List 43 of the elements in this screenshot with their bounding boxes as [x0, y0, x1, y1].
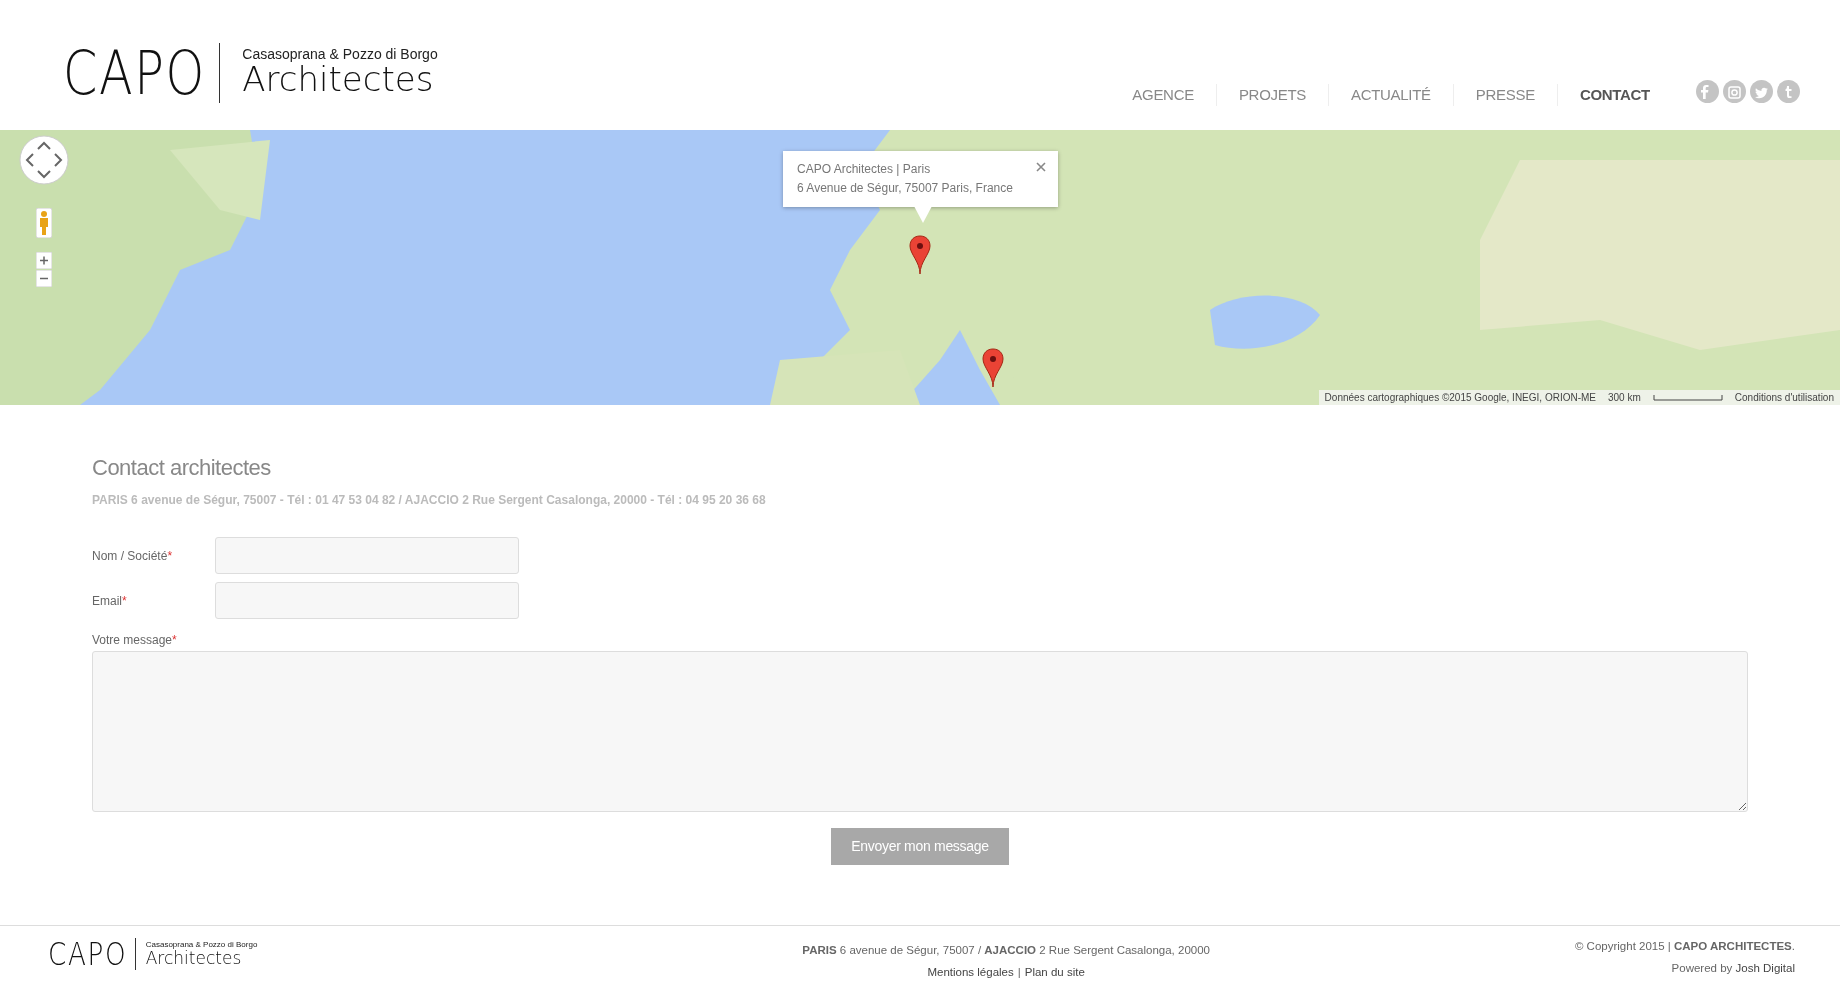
logo-name: Architectes: [145, 949, 242, 968]
input-field[interactable]: [215, 537, 519, 575]
separator: |: [1017, 965, 1021, 978]
facebook-icon[interactable]: [1696, 79, 1719, 103]
nav-link[interactable]: AGENCE: [1110, 83, 1217, 107]
input-field[interactable]: [215, 582, 519, 620]
copyright: © Copyright 2015 | CAPO ARCHITECTES.: [1574, 939, 1795, 955]
footer-link[interactable]: Mentions légales: [927, 965, 1014, 978]
tumblr-icon[interactable]: [1777, 79, 1800, 103]
scale-bar-icon: [1652, 394, 1723, 401]
powered-by: Powered by: [1671, 961, 1734, 974]
instagram-icon[interactable]: [1723, 79, 1746, 103]
map-attribution: Données cartographiques ©2015 Google, INEGI, ORION-ME: [1324, 391, 1596, 405]
credit-link[interactable]: Josh Digital: [1735, 961, 1795, 974]
message-field[interactable]: [92, 651, 1748, 813]
pegman-icon[interactable]: [36, 208, 52, 238]
zoom-out-icon[interactable]: [36, 270, 52, 287]
nav-link[interactable]: PRESSE: [1453, 83, 1558, 107]
footer-address: PARIS 6 avenue de Ségur, 75007 / AJACCIO 2 Rue Sergent Casalonga, 20000: [802, 943, 1210, 959]
bird-icon[interactable]: [1750, 79, 1773, 103]
logo-subtitle: Casasoprana & Pozzo di Borgo: [242, 47, 438, 62]
logo-name: Architectes: [242, 61, 434, 99]
terms-link[interactable]: Conditions d'utilisation: [1734, 390, 1834, 405]
nav-link[interactable]: ACTUALITÉ: [1329, 83, 1454, 107]
close-icon[interactable]: [1036, 162, 1046, 172]
field-label: Email*: [92, 592, 128, 610]
field-label: Nom / Société*: [92, 547, 174, 565]
section-title: Contact architectes: [92, 455, 272, 482]
logo-mark[interactable]: CAPO: [48, 938, 128, 971]
logo-subtitle: Casasoprana & Pozzo di Borgo: [145, 941, 258, 950]
info-title: CAPO Architectes | Paris: [797, 161, 932, 178]
footer-link[interactable]: Plan du site: [1024, 965, 1085, 978]
map-marker-icon[interactable]: [909, 235, 931, 277]
nav-link[interactable]: PROJETS: [1216, 83, 1329, 107]
pan-control-icon[interactable]: [18, 134, 70, 186]
info-address: 6 Avenue de Ségur, 75007 Paris, France: [797, 180, 1014, 197]
address-line: PARIS 6 avenue de Ségur, 75007 - Tél : 01 47 53 04 82 / AJACCIO 2 Rue Sergent Casalonga, 20000 - Tél : 04 95 20 36 68: [92, 492, 767, 510]
map-scale: 300 km: [1608, 391, 1641, 405]
field-label: Votre message*: [92, 632, 177, 650]
logo-mark[interactable]: CAPO: [63, 43, 206, 103]
nav-link[interactable]: CONTACT: [1557, 83, 1672, 107]
map-marker-icon[interactable]: [982, 348, 1004, 390]
zoom-in-icon[interactable]: [36, 252, 52, 269]
